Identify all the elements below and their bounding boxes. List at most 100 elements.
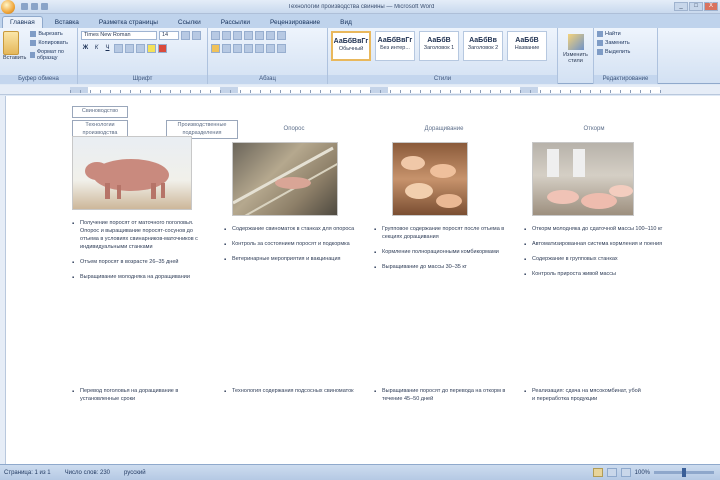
title-bar: Технологии производства свинины — Micros… [0,0,720,14]
shrink-font-icon[interactable] [192,31,201,40]
decrease-indent-icon[interactable] [244,31,253,40]
show-marks-icon[interactable] [277,31,286,40]
minimize-button[interactable]: _ [674,2,688,11]
tab-mailings[interactable]: Рассылки [213,16,258,28]
subscript-icon[interactable] [125,44,134,53]
highlight-icon[interactable] [147,44,156,53]
underline-button[interactable]: Ч [103,44,112,53]
full-screen-view-button[interactable] [606,468,617,477]
ruler-tick [230,90,231,93]
align-right-icon[interactable] [233,44,242,53]
language-indicator[interactable]: русский [124,470,146,476]
ruler-tick [350,90,351,93]
ruler-tick [190,90,191,93]
ruler-indent-marker[interactable] [70,87,88,93]
zoom-slider-handle[interactable] [682,468,686,477]
multilevel-list-icon[interactable] [233,31,242,40]
bold-button[interactable]: Ж [81,44,90,53]
style-title[interactable]: АаБбВ Название [507,31,547,61]
line-spacing-icon[interactable] [255,44,264,53]
style-name: Заголовок 2 [467,45,499,52]
ruler-tick [550,90,551,93]
strikethrough-icon[interactable] [114,44,123,53]
office-button[interactable] [1,0,15,14]
ruler-tick [140,90,141,93]
format-painter-button[interactable]: Формат по образцу [30,49,74,61]
zoom-level[interactable]: 100% [635,470,650,476]
change-styles-icon [567,34,584,50]
tab-review[interactable]: Рецензирование [262,16,328,28]
tab-home[interactable]: Главная [2,16,43,28]
word-count[interactable]: Число слов: 230 [65,470,110,476]
ruler-column-marker[interactable] [220,87,238,93]
maximize-button[interactable]: □ [689,2,703,11]
align-center-icon[interactable] [222,44,231,53]
close-button[interactable]: X [704,2,718,11]
style-sample: АаБбВвГг [333,38,369,45]
numbering-icon[interactable] [222,31,231,40]
style-heading-2[interactable]: АаБбВв Заголовок 2 [463,31,503,61]
find-button[interactable]: Найти [597,31,654,37]
piglets-photo [392,142,468,216]
ruler-tick [160,90,161,93]
print-layout-view-button[interactable] [592,468,603,477]
tab-page-layout[interactable]: Разметка страницы [91,16,166,28]
page-count[interactable]: Страница: 1 из 1 [4,470,51,476]
change-styles-button[interactable]: Изменить стили [558,28,594,84]
zoom-slider[interactable] [654,468,714,477]
font-size-select[interactable]: 14 [159,31,179,40]
style-heading-1[interactable]: АаБбВ Заголовок 1 [419,31,459,61]
style-sample: АаБбВв [469,37,497,44]
ruler-tick [590,90,591,93]
ruler-tick [640,90,641,93]
select-button[interactable]: Выделить [597,49,654,55]
tab-view[interactable]: Вид [332,16,360,28]
tab-insert[interactable]: Вставка [47,16,87,28]
list-item: Откорм молодняка до сдаточной массы 100–… [524,226,664,235]
column-note: Реализация: сдача на мясокомбинат, убой … [524,388,644,404]
sort-icon[interactable] [266,31,275,40]
replace-button[interactable]: Заменить [597,40,654,46]
font-color-icon[interactable] [158,44,167,53]
ruler-tick [150,90,151,93]
shading-icon[interactable] [266,44,275,53]
horizontal-ruler[interactable] [0,85,720,95]
style-normal[interactable]: АаБбВвГг Обычный [331,31,371,61]
increase-indent-icon[interactable] [255,31,264,40]
italic-button[interactable]: К [92,44,101,53]
paste-button[interactable] [3,31,19,55]
ruler-tick [320,90,321,93]
paragraph-group-label: Абзац [208,75,327,84]
cut-button[interactable]: Вырезать [30,31,74,37]
borders-icon[interactable] [277,44,286,53]
copy-button[interactable]: Копировать [30,40,74,46]
tab-references[interactable]: Ссылки [170,16,209,28]
style-name: Без интер... [380,45,410,52]
grow-font-icon[interactable] [181,31,190,40]
replace-label: Заменить [605,40,630,46]
document-page[interactable]: Свиноводство Технологии производства Про… [6,96,720,464]
font-family-select[interactable]: Times New Roman [81,31,157,40]
view-controls: 100% [592,468,720,477]
ruler-tick [520,90,521,93]
justify-icon[interactable] [244,44,253,53]
ruler-tick [70,90,71,93]
ruler-tick [220,90,221,93]
align-left-icon[interactable] [211,44,220,53]
web-layout-view-button[interactable] [620,468,631,477]
ruler-column-marker[interactable] [520,87,538,93]
ruler-column-marker[interactable] [370,87,388,93]
ruler-tick [470,90,471,93]
ruler-tick [240,90,241,93]
undo-icon[interactable] [31,3,38,10]
ruler-tick [400,90,401,93]
superscript-icon[interactable] [136,44,145,53]
style-no-spacing[interactable]: АаБбВвГг Без интер... [375,31,415,61]
feeding-image [547,149,633,209]
status-bar: Страница: 1 из 1 Число слов: 230 русский… [0,464,720,480]
paragraph-group: Абзац [208,28,328,84]
ribbon: Вставить Вырезать Копировать Формат по о… [0,28,720,84]
bullets-icon[interactable] [211,31,220,40]
redo-icon[interactable] [41,3,48,10]
save-icon[interactable] [21,3,28,10]
